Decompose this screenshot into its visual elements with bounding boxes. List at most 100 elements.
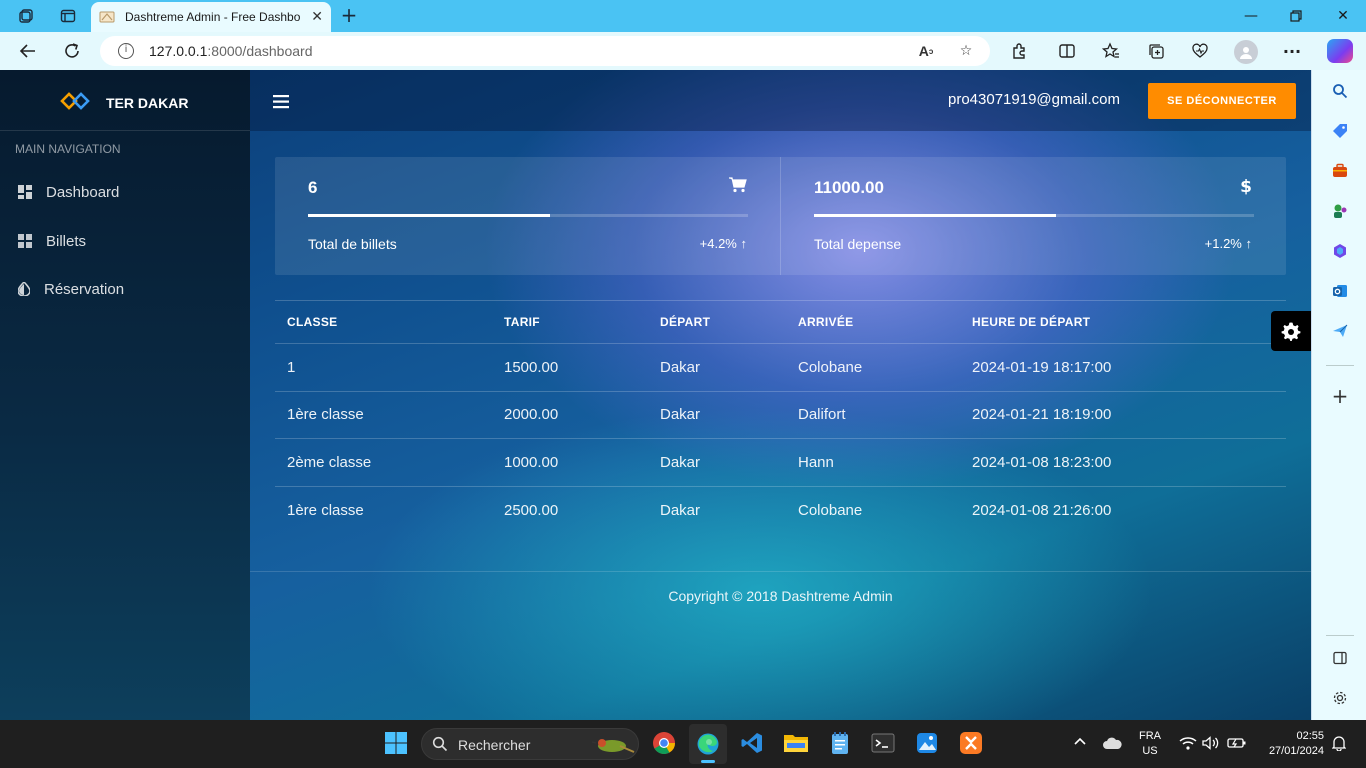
clock[interactable]: 02:55 27/01/2024 [1260, 729, 1324, 759]
grid-icon [18, 234, 32, 248]
read-aloud-icon[interactable]: Aↄ [916, 41, 936, 61]
cell-arrivee: Colobane [798, 501, 863, 519]
tab-title: Dashtreme Admin - Free Dashbo [125, 10, 300, 24]
games-icon[interactable] [1329, 200, 1351, 222]
cell-classe: 1ère classe [287, 501, 364, 519]
hamburger-menu-icon[interactable] [273, 94, 289, 109]
sidebar-item-dashboard[interactable]: Dashboard [0, 172, 250, 212]
photos-icon[interactable] [914, 730, 940, 756]
browser-essentials-icon[interactable] [1189, 40, 1211, 62]
workspaces-icon[interactable] [16, 6, 36, 26]
send-paper-plane-icon[interactable] [1329, 320, 1351, 342]
brand[interactable]: TER DAKAR [0, 70, 250, 131]
cell-depart: Dakar [660, 358, 701, 376]
favorites-icon[interactable] [1100, 40, 1122, 62]
app-footer: Copyright © 2018 Dashtreme Admin [250, 571, 1311, 619]
windows-start-icon[interactable] [383, 730, 409, 756]
close-window-icon[interactable]: ✕ [1333, 6, 1353, 26]
notifications-bell-icon[interactable] [1331, 735, 1347, 756]
sidebar-item-label: Billets [46, 232, 87, 250]
cell-heure: 2024-01-21 18:19:00 [972, 406, 1112, 424]
edge-icon[interactable] [689, 724, 727, 764]
more-options-icon[interactable]: ··· [1281, 40, 1303, 62]
arrow-up-icon: ↑ [740, 236, 748, 251]
stat-label: Total de billets [308, 236, 397, 252]
wifi-icon[interactable] [1179, 736, 1197, 755]
table-row: 2ème classe 1000.00 Dakar Hann 2024-01-0… [275, 439, 1286, 487]
back-arrow-icon[interactable] [17, 40, 39, 62]
url-text[interactable]: 127.0.0.1:8000/dashboard [149, 43, 312, 59]
vscode-icon[interactable] [739, 730, 765, 756]
cell-depart: Dakar [660, 501, 701, 519]
sidebar-divider-bottom [1326, 635, 1354, 636]
file-explorer-icon[interactable] [783, 730, 809, 756]
sidebar-item-billets[interactable]: Billets [0, 221, 250, 261]
active-app-indicator [701, 760, 715, 763]
cell-tarif: 1000.00 [504, 453, 559, 471]
taskbar-search-box[interactable]: Rechercher [421, 728, 639, 760]
close-tab-icon[interactable]: ✕ [311, 9, 323, 25]
arrow-up-icon: ↑ [1245, 236, 1253, 251]
cell-tarif: 1500.00 [504, 358, 559, 376]
table-header-row: CLASSE TARIF DÉPART ARRIVÉE HEURE DE DÉP… [275, 301, 1286, 344]
stat-total-billets: 6 Total de billets +4.2% ↑ [275, 157, 780, 275]
shopping-tag-icon[interactable] [1329, 120, 1351, 142]
xampp-icon[interactable] [958, 730, 984, 756]
minimize-icon[interactable]: — [1241, 6, 1261, 26]
tab-actions-icon[interactable] [58, 6, 78, 26]
sidebar-item-reservation[interactable]: Réservation [0, 269, 250, 309]
cell-tarif: 2000.00 [504, 406, 559, 424]
restore-icon[interactable] [1286, 6, 1306, 26]
stat-value: 6 [308, 178, 318, 197]
column-header: ARRIVÉE [798, 315, 854, 329]
terminal-icon[interactable] [870, 730, 896, 756]
stat-progress-track [308, 214, 748, 217]
microsoft-365-icon[interactable] [1329, 240, 1351, 262]
address-bar[interactable]: i 127.0.0.1:8000/dashboard Aↄ ☆ [100, 36, 990, 66]
ter-dakar-logo-icon [60, 92, 90, 110]
search-icon[interactable] [1329, 80, 1351, 102]
sidebar-item-label: Dashboard [46, 183, 120, 201]
cell-heure: 2024-01-19 18:17:00 [972, 358, 1112, 376]
column-header: CLASSE [287, 315, 338, 329]
column-header: DÉPART [660, 315, 711, 329]
copilot-icon[interactable] [1327, 39, 1353, 63]
active-browser-tab[interactable]: Dashtreme Admin - Free Dashbo ✕ [91, 2, 331, 32]
sidebar-item-label: Réservation [44, 280, 125, 298]
hide-sidebar-icon[interactable] [1329, 647, 1351, 669]
outlook-icon[interactable] [1329, 280, 1351, 302]
sidebar-settings-gear-icon[interactable] [1329, 687, 1351, 709]
tint-icon [17, 280, 32, 297]
dashboard-app: TER DAKAR MAIN NAVIGATION Dashboard Bill… [0, 70, 1311, 720]
search-highlight-bird-icon [591, 734, 636, 760]
cell-classe: 1 [287, 358, 296, 376]
windows-taskbar: Rechercher FRA US 02:55 27/01/2024 [0, 720, 1366, 768]
notepad-icon[interactable] [827, 730, 853, 756]
show-hidden-icons-chevron-icon[interactable] [1073, 734, 1087, 751]
cell-tarif: 2500.00 [504, 501, 559, 519]
tools-briefcase-icon[interactable] [1329, 160, 1351, 182]
favorite-star-icon[interactable]: ☆ [956, 41, 976, 61]
onedrive-cloud-icon[interactable] [1102, 736, 1122, 755]
user-email: pro43071919@gmail.com [948, 91, 1120, 108]
extensions-icon[interactable] [1008, 40, 1030, 62]
battery-icon[interactable] [1227, 736, 1247, 755]
stat-label: Total depense [814, 236, 902, 252]
input-language[interactable]: FRA US [1139, 729, 1161, 759]
table-row: 1 1500.00 Dakar Colobane 2024-01-19 18:1… [275, 344, 1286, 392]
profile-avatar-icon[interactable] [1234, 40, 1258, 64]
cell-arrivee: Dalifort [798, 406, 846, 424]
brand-name: TER DAKAR [106, 95, 189, 111]
add-sidebar-app-icon[interactable]: + [1329, 384, 1351, 408]
volume-icon[interactable] [1202, 736, 1220, 755]
site-info-icon[interactable]: i [118, 43, 134, 59]
logout-button[interactable]: SE DÉCONNECTER [1148, 83, 1296, 119]
chrome-icon[interactable] [651, 730, 677, 756]
refresh-icon[interactable] [61, 40, 83, 62]
theme-settings-gear-icon[interactable] [1271, 311, 1311, 351]
cell-depart: Dakar [660, 406, 701, 424]
cell-classe: 2ème classe [287, 453, 372, 471]
new-tab-icon[interactable]: + [338, 3, 360, 27]
collections-icon[interactable] [1145, 40, 1167, 62]
split-screen-icon[interactable] [1056, 40, 1078, 62]
